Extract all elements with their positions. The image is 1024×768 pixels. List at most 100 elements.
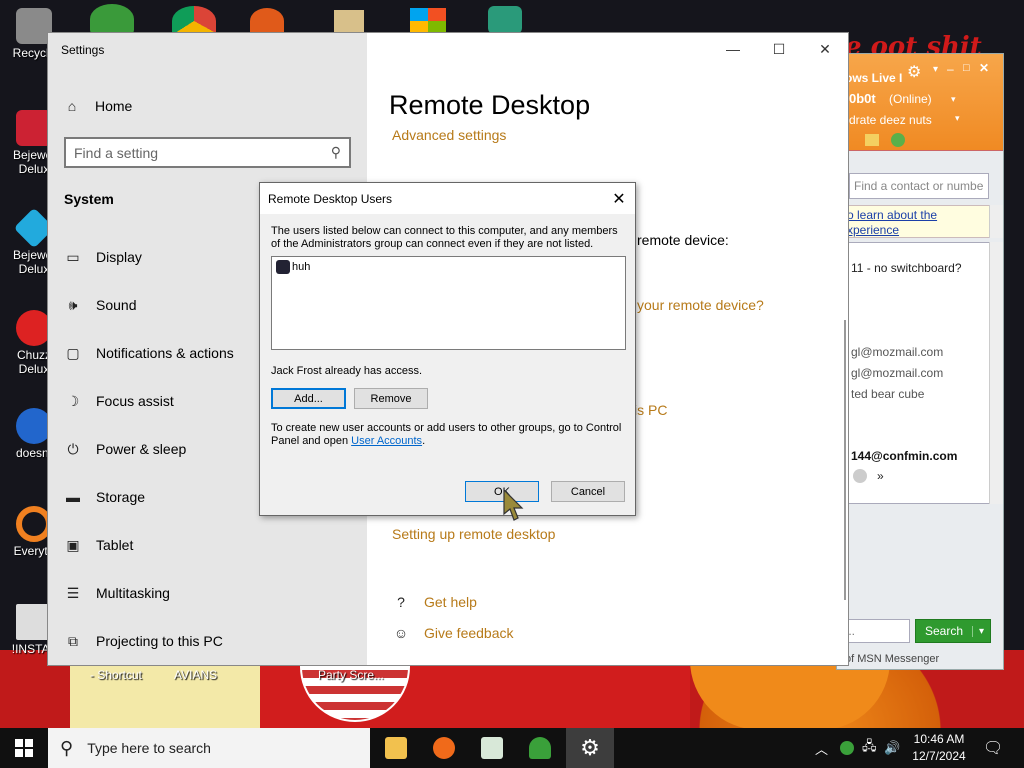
give-feedback-link[interactable]: ☺ Give feedback	[392, 624, 514, 642]
msn-spaces-icon[interactable]	[891, 133, 905, 147]
microsoft-store-icon[interactable]	[410, 8, 446, 34]
messenger-icon	[529, 737, 551, 759]
display-icon: ▭	[66, 248, 80, 265]
taskbar-firefox[interactable]	[420, 728, 468, 768]
get-help-link[interactable]: ? Get help	[392, 593, 477, 611]
add-button[interactable]: Add...	[271, 388, 346, 409]
sidebar-item-tablet[interactable]: ▣ Tablet	[48, 521, 367, 569]
desktop-label-party-screen[interactable]: Party Scre...	[318, 668, 384, 682]
volume-icon[interactable]: 🔊	[884, 728, 900, 768]
app-icon-orange[interactable]	[250, 8, 284, 34]
contact-expand[interactable]: »	[877, 469, 884, 483]
msn-minimize-icon[interactable]: –	[947, 62, 954, 76]
contact-item[interactable]: ted bear cube	[851, 387, 924, 401]
app-icon-tan[interactable]	[334, 10, 364, 34]
msn-close-icon[interactable]: ✕	[979, 61, 989, 75]
msn-header: ows Live I ⚙ ▾ – □ ✕ 0b0t (Online) ▾ ydr…	[837, 54, 1003, 151]
taskbar-search-input[interactable]: ⚲ Type here to search	[48, 728, 370, 768]
notifications-icon[interactable]: 🗨	[983, 728, 1003, 768]
taskbar-settings[interactable]: ⚙	[566, 728, 614, 768]
gear-icon: ⚙	[580, 735, 600, 760]
taskbar-clock[interactable]: 10:46 AM 12/7/2024	[906, 731, 972, 765]
help-icon: ?	[397, 594, 405, 610]
search-icon: ⚲	[330, 144, 341, 160]
projecting-icon: ⧉	[68, 632, 78, 649]
close-icon[interactable]: ✕	[603, 183, 635, 214]
list-item[interactable]: huh	[276, 260, 310, 274]
msn-find-contact-input[interactable]: Find a contact or numbe	[849, 173, 989, 199]
content-scrollbar[interactable]	[844, 320, 846, 600]
chuzzle-icon	[16, 310, 52, 346]
section-title: System	[64, 191, 114, 207]
dialog-titlebar: Remote Desktop Users ✕	[260, 183, 635, 214]
bejeweled-icon	[16, 110, 52, 146]
tray-overflow-icon[interactable]: ︿	[815, 728, 828, 768]
msn-mail-icon[interactable]	[865, 134, 879, 146]
msn-web-search-input[interactable]: ...	[840, 619, 910, 643]
dialog-title: Remote Desktop Users	[268, 191, 393, 206]
minimize-icon[interactable]: —	[710, 33, 756, 65]
contact-item[interactable]: gl@mozmail.com	[851, 366, 943, 380]
contact-item[interactable]: 144@confmin.com	[851, 449, 957, 463]
page-title: Remote Desktop	[389, 90, 591, 120]
remote-desktop-users-dialog: Remote Desktop Users ✕ The users listed …	[259, 182, 636, 516]
msn-maximize-icon[interactable]: □	[963, 62, 970, 74]
user-list[interactable]: huh	[271, 256, 626, 350]
app-icon-character[interactable]	[488, 6, 522, 34]
taskbar-app-window[interactable]	[468, 728, 516, 768]
msn-personal-message[interactable]: ydrate deez nuts	[843, 113, 932, 127]
power-icon: ⏻	[67, 440, 79, 457]
desktop-label-avians[interactable]: AVIANS	[174, 668, 217, 682]
network-icon[interactable]: 🖧	[862, 728, 877, 768]
close-icon[interactable]: ✕	[802, 33, 848, 65]
remote-device-link[interactable]: your remote device?	[637, 297, 764, 313]
tray-messenger-icon[interactable]	[840, 728, 854, 768]
taskbar-msn-messenger[interactable]	[516, 728, 564, 768]
msn-contact-list: 11 - no switchboard? gl@mozmail.com gl@m…	[840, 242, 990, 504]
msn-username[interactable]: 0b0t	[849, 91, 876, 106]
dialog-description: The users listed below can connect to th…	[271, 225, 618, 250]
taskbar-file-explorer[interactable]	[372, 728, 420, 768]
maximize-icon[interactable]: ☐	[756, 33, 802, 65]
mouse-cursor-icon	[503, 488, 524, 521]
msn-messenger-window: ows Live I ⚙ ▾ – □ ✕ 0b0t (Online) ▾ ydr…	[836, 53, 1004, 670]
sidebar-home[interactable]: ⌂ Home	[63, 97, 133, 115]
this-pc-link[interactable]: is PC	[634, 402, 667, 418]
msn-info-scrollbar[interactable]	[989, 205, 1003, 238]
setup-remote-desktop-link[interactable]: Setting up remote desktop	[392, 526, 555, 542]
msn-search-button[interactable]: Search ▾	[915, 619, 991, 643]
sound-icon: 🕪	[68, 296, 78, 313]
taskbar: ⚲ Type here to search ⚙ ︿ 🖧 🔊 10:46 AM 1…	[0, 728, 1024, 768]
user-avatar-icon	[276, 260, 290, 274]
remove-button[interactable]: Remove	[354, 388, 428, 409]
storage-icon: ▬	[66, 489, 80, 505]
search-icon: ⚲	[60, 737, 74, 758]
contact-item[interactable]: gl@mozmail.com	[851, 345, 943, 359]
sidebar-item-multitasking[interactable]: ☰ Multitasking	[48, 569, 367, 617]
msn-status-dropdown-icon[interactable]: ▾	[951, 94, 956, 105]
chevron-down-icon[interactable]: ▾	[972, 625, 990, 637]
windows-icon	[15, 739, 33, 757]
start-button[interactable]	[0, 728, 48, 768]
chrome-icon[interactable]	[172, 6, 216, 36]
focus-assist-icon: ☽	[66, 392, 80, 409]
tablet-icon: ▣	[66, 536, 80, 553]
advanced-settings-link[interactable]: Advanced settings	[392, 127, 506, 143]
cancel-button[interactable]: Cancel	[551, 481, 625, 502]
multitasking-icon: ☰	[66, 584, 80, 601]
msn-list-scrollbar[interactable]	[989, 242, 1003, 504]
user-accounts-link[interactable]: User Accounts	[351, 435, 422, 447]
msn-title: ows Live I	[845, 71, 903, 85]
contacts-app-icon[interactable]	[90, 4, 134, 34]
recycle-bin-icon	[16, 8, 52, 44]
sidebar-item-projecting[interactable]: ⧉ Projecting to this PC	[48, 617, 367, 665]
firefox-icon	[433, 737, 455, 759]
contact-item[interactable]: 11 - no switchboard?	[851, 261, 962, 275]
msn-tool-icon[interactable]: ⚙	[907, 62, 921, 82]
msn-message-dropdown-icon[interactable]: ▾	[955, 113, 960, 124]
desktop-label-shortcut[interactable]: - Shortcut	[90, 668, 142, 682]
msn-info-banner[interactable]: o learn about the xperience	[840, 205, 990, 238]
msn-menu-icon[interactable]: ▾	[933, 64, 938, 75]
msn-status[interactable]: (Online)	[889, 92, 932, 106]
find-setting-input[interactable]: Find a setting ⚲	[64, 137, 351, 168]
